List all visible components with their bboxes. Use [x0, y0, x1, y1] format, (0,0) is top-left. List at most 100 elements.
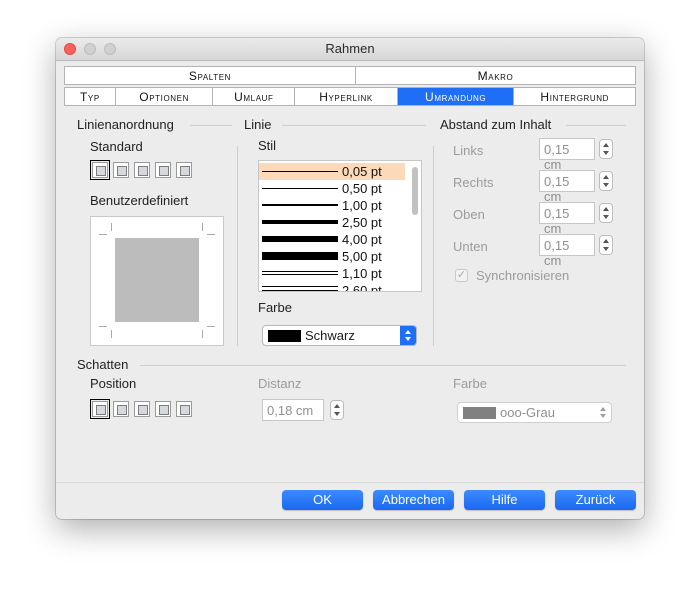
divider [56, 482, 644, 483]
right-spacing-stepper[interactable] [599, 171, 613, 191]
preset-box-button[interactable] [113, 162, 129, 178]
line-sample [262, 286, 338, 287]
tab-umrandung[interactable]: Umrandung [397, 88, 515, 105]
preview-content-box [115, 238, 199, 322]
tab-row-top: Spalten Makro [64, 66, 636, 85]
shadow-top-left-button[interactable] [176, 401, 192, 417]
list-item-label: 0,50 pt [342, 181, 382, 196]
list-item[interactable]: 2,50 pt [259, 214, 405, 231]
shadow-top-right-button[interactable] [134, 401, 150, 417]
tab-hintergrund[interactable]: Hintergrund [514, 88, 635, 105]
list-item[interactable]: 4,00 pt [259, 231, 405, 248]
line-sample [262, 204, 338, 206]
style-label: Stil [258, 138, 277, 153]
cancel-button[interactable]: Abbrechen [373, 490, 454, 510]
line-color-value: Schwarz [305, 328, 355, 343]
divider [140, 365, 626, 366]
synchronize-label: Synchronisieren [476, 268, 570, 283]
shadow-bottom-right-button[interactable] [113, 401, 129, 417]
left-spacing-field[interactable]: 0,15 cm [539, 138, 595, 172]
back-button[interactable]: Zurück [555, 490, 636, 510]
line-arrangement-heading: Linienanordnung [77, 117, 174, 132]
line-sample [262, 271, 338, 272]
shadow-color-select[interactable]: ooo-Grau [457, 402, 612, 423]
list-item-label: 2,60 pt [342, 283, 382, 292]
list-item[interactable]: 1,10 pt [259, 265, 405, 282]
line-color-select[interactable]: Schwarz [262, 325, 417, 346]
preset-none-button[interactable] [90, 160, 110, 180]
list-item-label: 5,00 pt [342, 249, 382, 264]
corner-mark [99, 326, 107, 327]
standard-label: Standard [90, 139, 143, 154]
corner-mark [111, 223, 112, 231]
chevron-updown-icon [595, 403, 611, 422]
line-sample [262, 290, 338, 291]
line-sample [262, 236, 338, 242]
list-item[interactable]: 5,00 pt [259, 248, 405, 265]
corner-mark [111, 330, 112, 338]
shadow-color-value: ooo-Grau [500, 405, 555, 420]
line-color-label: Farbe [258, 300, 292, 315]
preset-box-shadow-button[interactable] [155, 162, 171, 178]
dialog-window: Rahmen Spalten Makro Typ Optionen Umlauf… [56, 38, 644, 519]
preset-box-lines-button[interactable] [134, 162, 150, 178]
tab-optionen[interactable]: Optionen [116, 88, 214, 105]
ok-button[interactable]: OK [282, 490, 363, 510]
shadow-heading: Schatten [77, 357, 129, 372]
tab-spalten[interactable]: Spalten [65, 67, 356, 84]
top-label: Oben [453, 207, 485, 222]
list-item[interactable]: 0,05 pt [259, 163, 405, 180]
left-spacing-stepper[interactable] [599, 139, 613, 159]
line-sample [262, 252, 338, 260]
list-item-label: 1,10 pt [342, 266, 382, 281]
shadow-position-label: Position [90, 376, 137, 391]
shadow-bottom-left-button[interactable] [155, 401, 171, 417]
bottom-spacing-stepper[interactable] [599, 235, 613, 255]
divider [237, 146, 238, 346]
tab-umlauf[interactable]: Umlauf [213, 88, 296, 105]
shadow-distance-label: Distanz [258, 376, 302, 391]
list-item-label: 0,05 pt [342, 164, 382, 179]
list-item[interactable]: 2,60 pt [259, 282, 405, 292]
corner-mark [99, 234, 107, 235]
line-sample [262, 220, 338, 224]
tab-makro[interactable]: Makro [356, 67, 635, 84]
line-style-list[interactable]: 0,05 pt 0,50 pt 1,00 pt 2,50 pt 4,00 pt … [258, 160, 422, 292]
tab-typ[interactable]: Typ [65, 88, 116, 105]
tab-hyperlink[interactable]: Hyperlink [295, 88, 398, 105]
right-spacing-field[interactable]: 0,15 cm [539, 170, 595, 204]
shadow-color-label: Farbe [453, 376, 487, 391]
window-title: Rahmen [325, 41, 375, 56]
color-swatch [268, 330, 301, 342]
shadow-none-button[interactable] [90, 399, 110, 419]
list-item-label: 4,00 pt [342, 232, 382, 247]
left-label: Links [453, 143, 484, 158]
corner-mark [207, 326, 215, 327]
list-scrollbar[interactable] [412, 167, 418, 215]
custom-label: Benutzerdefiniert [90, 193, 189, 208]
top-spacing-field[interactable]: 0,15 cm [539, 202, 595, 236]
bottom-spacing-field[interactable]: 0,15 cm [539, 234, 595, 268]
tab-row-bottom: Typ Optionen Umlauf Hyperlink Umrandung … [64, 87, 636, 106]
line-sample [262, 171, 338, 172]
line-heading: Linie [244, 117, 272, 132]
top-spacing-stepper[interactable] [599, 203, 613, 223]
help-button[interactable]: Hilfe [464, 490, 545, 510]
bottom-label: Unten [453, 239, 488, 254]
list-item-label: 2,50 pt [342, 215, 382, 230]
synchronize-checkbox[interactable]: ✓ [455, 269, 468, 282]
line-sample [262, 274, 338, 275]
divider [282, 125, 426, 126]
corner-mark [207, 234, 215, 235]
shadow-distance-stepper[interactable] [330, 400, 344, 420]
list-item-label: 1,00 pt [342, 198, 382, 213]
corner-mark [202, 223, 203, 231]
shadow-distance-field[interactable]: 0,18 cm [262, 399, 324, 421]
preset-custom-button[interactable] [176, 162, 192, 178]
divider [433, 146, 434, 346]
divider [566, 125, 626, 126]
list-item[interactable]: 1,00 pt [259, 197, 405, 214]
line-sample [262, 188, 338, 189]
border-preview[interactable] [90, 216, 224, 346]
list-item[interactable]: 0,50 pt [259, 180, 405, 197]
